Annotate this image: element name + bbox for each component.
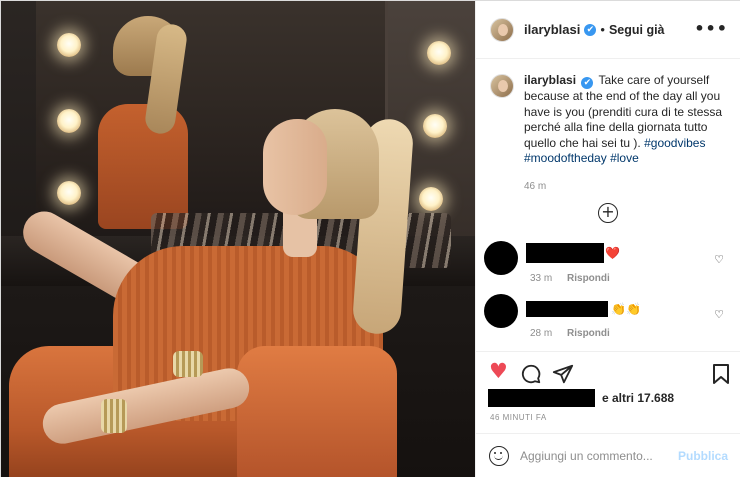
bookmark-icon[interactable]	[712, 363, 730, 389]
vanity-bulb	[57, 109, 81, 133]
comment-input[interactable]	[520, 446, 670, 466]
avatar[interactable]	[490, 17, 514, 42]
redacted-liker	[488, 389, 595, 407]
comment-item: ❤️ 33 m Rispondi ♡	[484, 241, 734, 286]
emoji-smiley-icon[interactable]	[489, 446, 509, 466]
reply-button[interactable]: Rispondi	[567, 328, 610, 339]
separator: •	[600, 22, 605, 37]
redacted-comment	[526, 301, 608, 317]
comment-item: 👏👏 28 m Rispondi ♡	[484, 294, 734, 339]
post-photo[interactable]	[1, 1, 475, 477]
post-frame: ilaryblasi ✔ • Segui già ••• ilaryblasi …	[0, 0, 740, 477]
side-panel: ilaryblasi ✔ • Segui già ••• ilaryblasi …	[475, 1, 740, 477]
comment-meta: 33 m Rispondi	[530, 273, 610, 284]
bracelet	[173, 351, 203, 377]
publish-button[interactable]: Pubblica	[678, 449, 728, 463]
comment-icon[interactable]	[520, 363, 542, 389]
post-timestamp: 46 MINUTI FA	[490, 413, 547, 422]
username-link[interactable]: ilaryblasi	[524, 22, 580, 37]
verified-badge-icon: ✔	[584, 23, 597, 36]
caption-body: ilaryblasi ✔ Take care of yourself becau…	[524, 73, 724, 194]
more-options-icon[interactable]: •••	[694, 19, 728, 38]
hashtag-link[interactable]: #goodvibes	[644, 136, 705, 150]
vanity-bulb	[419, 187, 443, 211]
vanity-bulb	[57, 33, 81, 57]
vanity-bulb	[427, 41, 451, 65]
add-comment-bar: Pubblica	[476, 433, 740, 477]
clap-emoji: 👏👏	[611, 302, 641, 316]
hashtag-link[interactable]: #love	[610, 151, 639, 165]
avatar[interactable]	[490, 74, 514, 98]
likes-count[interactable]: e altri 17.688	[602, 391, 674, 405]
vanity-bulb	[57, 181, 81, 205]
vanity-bulb	[423, 114, 447, 138]
caption-username-link[interactable]: ilaryblasi	[524, 73, 576, 87]
post-header: ilaryblasi ✔ • Segui già •••	[476, 1, 740, 59]
comment-time[interactable]: 33 m	[530, 273, 552, 284]
commenter-avatar[interactable]	[484, 241, 518, 275]
bracelet	[101, 399, 127, 433]
mirror-reflection	[93, 16, 193, 229]
caption-time[interactable]: 46 m	[524, 179, 724, 195]
following-button[interactable]: Segui già	[609, 23, 665, 37]
woman-face	[263, 119, 327, 215]
redacted-comment	[526, 243, 604, 263]
commenter-avatar[interactable]	[484, 294, 518, 328]
comment-meta: 28 m Rispondi	[530, 328, 610, 339]
verified-badge-icon: ✔	[581, 77, 594, 89]
hashtag-link[interactable]: #moodoftheday	[524, 151, 607, 165]
comment-like-icon[interactable]: ♡	[714, 253, 724, 266]
chair-back	[237, 346, 397, 477]
heart-emoji: ❤️	[605, 246, 620, 260]
comment-like-icon[interactable]: ♡	[714, 308, 724, 321]
caption: ilaryblasi ✔ Take care of yourself becau…	[490, 73, 730, 194]
like-heart-icon[interactable]: ♥	[489, 359, 508, 383]
load-more-comments-icon[interactable]: +	[598, 203, 618, 223]
share-icon[interactable]	[552, 363, 574, 389]
reply-button[interactable]: Rispondi	[567, 273, 610, 284]
comment-time[interactable]: 28 m	[530, 328, 552, 339]
